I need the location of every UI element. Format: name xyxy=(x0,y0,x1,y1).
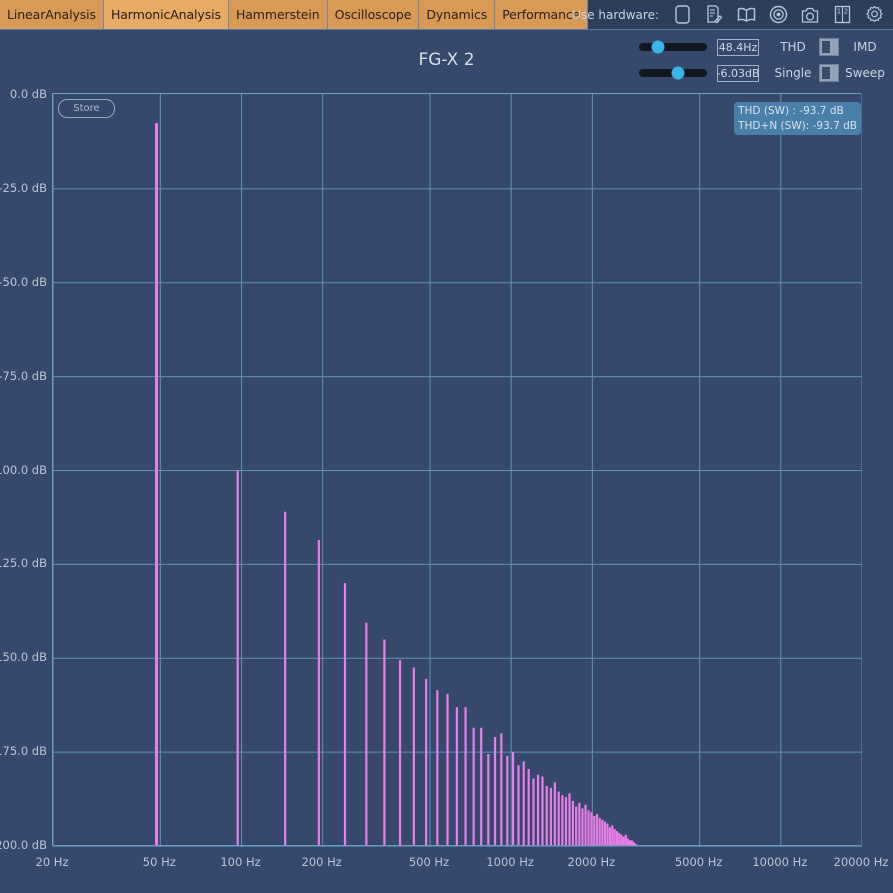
camera-icon[interactable] xyxy=(799,3,821,26)
hardware-toolbar: Use hardware: 1 2 xyxy=(572,0,885,29)
tab-bar: LinearAnalysis HarmonicAnalysis Hammerstei… xyxy=(0,0,589,29)
y-axis-tick-label: -25.0 dB xyxy=(0,180,47,195)
x-axis-tick-label: 500 Hz xyxy=(408,855,450,869)
y-axis-tick-label: 0.0 dB xyxy=(9,87,47,101)
thd-readout-line: THD (SW) : -93.7 dB xyxy=(738,105,844,117)
y-axis-labels: 0.0 dB -25.0 dB -50.0 dB -75.0 dB -100.0 dB -… xyxy=(0,86,50,854)
x-axis-tick-label: 1000 Hz xyxy=(486,855,534,869)
store-button[interactable]: Store xyxy=(58,99,115,118)
y-axis-tick-label: -200.0 dB xyxy=(0,838,47,852)
tab-oscilloscope[interactable]: Oscilloscope xyxy=(327,0,420,29)
x-axis-tick-label: 50 Hz xyxy=(142,855,176,869)
application-window: LinearAnalysis HarmonicAnalysis Hammerstei… xyxy=(0,0,893,893)
svg-text:1: 1 xyxy=(836,8,840,16)
spectrum-canvas xyxy=(53,94,862,847)
page-title: FG-X 2 xyxy=(418,50,475,70)
level-slider[interactable] xyxy=(639,66,707,80)
y-axis-tick-label: -175.0 dB xyxy=(0,744,47,759)
document-edit-icon[interactable] xyxy=(703,3,725,26)
y-axis-tick-label: -125.0 dB xyxy=(0,556,47,571)
svg-text:2: 2 xyxy=(843,8,847,16)
use-hardware-label: Use hardware: xyxy=(572,7,659,22)
x-axis-tick-label: 5000 Hz xyxy=(674,855,723,869)
top-toolbar: LinearAnalysis HarmonicAnalysis Hammerstei… xyxy=(0,0,893,30)
spectrum-bars xyxy=(155,123,638,846)
x-axis-tick-label: 20 Hz xyxy=(35,855,69,869)
gear-icon[interactable] xyxy=(863,3,885,26)
thd-readout-line: THD+N (SW): -93.7 dB xyxy=(738,120,857,132)
target-icon[interactable] xyxy=(767,3,789,26)
y-axis-tick-label: -75.0 dB xyxy=(0,368,47,383)
x-axis-tick-label: 20000 Hz xyxy=(833,855,889,869)
tab-hammerstein[interactable]: Hammerstein xyxy=(228,0,328,29)
x-axis-tick-label: 100 Hz xyxy=(220,855,261,869)
x-axis-tick-label: 2000 Hz xyxy=(567,855,616,869)
spectrum-plot[interactable] xyxy=(52,93,862,847)
x-axis-tick-label: 200 Hz xyxy=(301,855,342,869)
device-icon[interactable] xyxy=(671,3,693,26)
book-icon[interactable] xyxy=(735,3,757,26)
y-axis-tick-label: -100.0 dB xyxy=(0,462,47,477)
x-axis-labels: 20 Hz 50 Hz 100 Hz 200 Hz 500 Hz 1000 Hz 2000 … xyxy=(0,855,893,875)
y-axis-tick-label: -150.0 dB xyxy=(0,650,47,665)
tab-linearanalysis[interactable]: LinearAnalysis xyxy=(0,0,104,29)
tab-dynamics[interactable]: Dynamics xyxy=(419,0,496,29)
tab-harmonicanalysis[interactable]: HarmonicAnalysis xyxy=(103,0,229,29)
x-axis-tick-label: 10000 Hz xyxy=(752,855,808,869)
split-view-icon[interactable]: 1 2 xyxy=(831,3,853,26)
y-axis-tick-label: -50.0 dB xyxy=(0,274,47,289)
thd-readout: THD (SW) : -93.7 dB THD+N (SW): -93.7 dB xyxy=(734,102,861,135)
